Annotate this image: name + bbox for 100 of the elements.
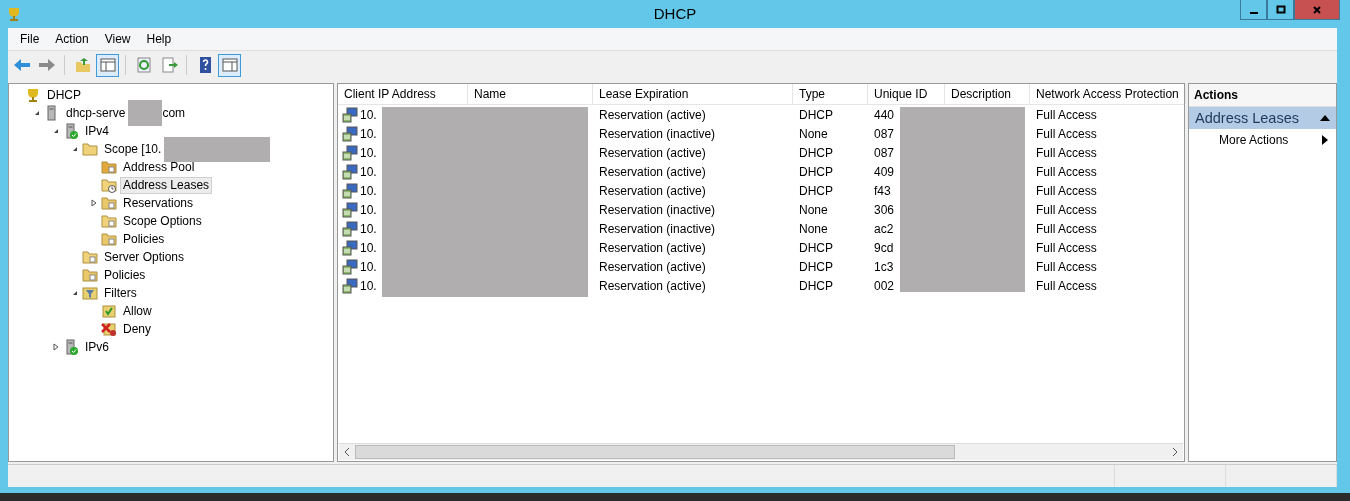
maximize-button[interactable] xyxy=(1267,0,1294,20)
folder-icon xyxy=(101,159,117,175)
collapse-triangle-icon[interactable] xyxy=(71,289,79,297)
table-cell: Reservation (active) xyxy=(599,164,706,179)
tree-item[interactable]: dhcp-serve xyxy=(63,104,129,122)
trophy-icon xyxy=(6,6,22,22)
column-header[interactable]: Type xyxy=(793,84,868,104)
actions-header: Actions xyxy=(1189,84,1336,107)
table-cell: 087 xyxy=(874,126,895,141)
network-computer-icon xyxy=(342,258,358,275)
tree-item[interactable]: Address Leases xyxy=(120,176,213,194)
tree-item[interactable]: Policies xyxy=(120,230,168,248)
expand-triangle-icon[interactable] xyxy=(52,343,60,351)
menu-item[interactable]: Action xyxy=(47,32,97,46)
table-cell: Reservation (inactive) xyxy=(599,202,716,217)
table-cell: 440 xyxy=(874,107,895,122)
check-folder-icon xyxy=(101,303,117,319)
table-cell: Full Access xyxy=(1036,221,1097,236)
table-cell: Full Access xyxy=(1036,240,1097,255)
table-cell: Reservation (inactive) xyxy=(599,126,716,141)
column-header[interactable]: Client IP Address xyxy=(338,84,468,104)
menu-item[interactable]: Help xyxy=(138,32,180,46)
table-cell: Reservation (active) xyxy=(599,240,706,255)
collapse-caret-icon xyxy=(1320,115,1330,121)
table-cell: Reservation (active) xyxy=(599,183,706,198)
tree-item-suffix: com xyxy=(162,106,186,120)
table-cell: None xyxy=(799,202,828,217)
table-cell: 409 xyxy=(874,164,895,179)
tree-item[interactable]: Server Options xyxy=(101,248,188,266)
table-cell: DHCP xyxy=(799,278,833,293)
tree-item[interactable]: Address Pool xyxy=(120,158,198,176)
tree-item[interactable]: Scope [10. xyxy=(101,140,165,158)
minimize-icon xyxy=(1249,11,1258,14)
network-computer-icon xyxy=(342,201,358,218)
pane-icon[interactable] xyxy=(218,53,241,77)
table-cell: 10. xyxy=(360,259,377,274)
tree-item[interactable]: DHCP xyxy=(44,86,84,104)
tree-item[interactable]: Allow xyxy=(120,302,155,320)
table-cell: Full Access xyxy=(1036,145,1097,160)
table-cell: Full Access xyxy=(1036,259,1097,274)
table-cell: 10. xyxy=(360,126,377,141)
network-computer-icon xyxy=(342,277,358,294)
tree-item[interactable]: Reservations xyxy=(120,194,197,212)
column-header[interactable]: Network Access Protection xyxy=(1030,84,1186,104)
tree-item[interactable]: Deny xyxy=(120,320,154,338)
table-cell: Reservation (active) xyxy=(599,145,706,160)
expand-triangle-icon[interactable] xyxy=(90,199,98,207)
table-cell: None xyxy=(799,221,828,236)
action-item[interactable]: More Actions xyxy=(1189,129,1336,151)
table-cell: ac2 xyxy=(874,221,894,236)
network-computer-icon xyxy=(342,239,358,256)
table-cell: DHCP xyxy=(799,107,833,122)
table-cell: DHCP xyxy=(799,240,833,255)
table-cell: Full Access xyxy=(1036,183,1097,198)
network-computer-icon xyxy=(342,125,358,142)
column-header[interactable]: Name xyxy=(468,84,593,104)
table-cell: 9cd xyxy=(874,240,894,255)
folder-icon xyxy=(101,231,117,247)
table-cell: f43 xyxy=(874,183,891,198)
submenu-arrow-icon xyxy=(1322,135,1328,145)
tree-item[interactable]: IPv4 xyxy=(82,122,112,140)
maximize-icon xyxy=(1275,4,1286,15)
column-header[interactable]: Description xyxy=(945,84,1030,104)
scroll-left-icon[interactable] xyxy=(343,447,351,457)
collapse-triangle-icon[interactable] xyxy=(71,145,79,153)
tree-item[interactable]: IPv6 xyxy=(82,338,112,356)
horizontal-scrollbar[interactable] xyxy=(339,443,1183,460)
close-button[interactable] xyxy=(1294,0,1340,20)
menu-item[interactable]: View xyxy=(96,32,139,46)
network-computer-icon xyxy=(342,106,358,123)
scroll-right-icon[interactable] xyxy=(1171,447,1179,457)
tree-item[interactable]: Scope Options xyxy=(120,212,205,230)
minimize-button[interactable] xyxy=(1240,0,1267,20)
folder-icon xyxy=(101,213,117,229)
table-cell: 10. xyxy=(360,221,377,236)
folder-clock-icon xyxy=(101,177,117,193)
table-cell: 1c3 xyxy=(874,259,894,274)
trophy-icon xyxy=(25,87,41,103)
column-header[interactable]: Lease Expiration xyxy=(593,84,793,104)
network-computer-icon xyxy=(342,182,358,199)
funnel-folder-icon xyxy=(82,285,98,301)
tree-item[interactable]: Filters xyxy=(101,284,140,302)
close-icon xyxy=(1312,4,1322,15)
menu-item[interactable]: File xyxy=(12,32,48,46)
pane-icon[interactable] xyxy=(96,53,119,77)
table-cell: Full Access xyxy=(1036,126,1097,141)
collapse-triangle-icon[interactable] xyxy=(33,109,41,117)
table-cell: Full Access xyxy=(1036,278,1097,293)
network-computer-icon xyxy=(342,144,358,161)
table-cell: DHCP xyxy=(799,164,833,179)
actions-section-header[interactable]: Address Leases xyxy=(1189,107,1336,129)
table-cell: Full Access xyxy=(1036,107,1097,122)
column-header[interactable]: Unique ID xyxy=(868,84,945,104)
deny-icon xyxy=(101,321,117,337)
table-cell: 002 xyxy=(874,278,895,293)
tree-item[interactable]: Policies xyxy=(101,266,149,284)
folder-icon xyxy=(82,141,98,157)
collapse-triangle-icon[interactable] xyxy=(52,127,60,135)
folder-icon xyxy=(82,249,98,265)
table-cell: 10. xyxy=(360,278,377,293)
